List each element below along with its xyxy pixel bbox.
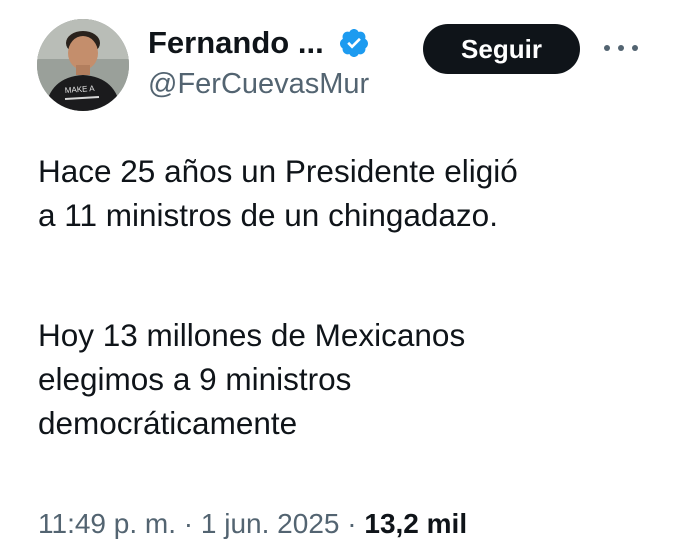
- tweet-date[interactable]: 1 jun. 2025: [201, 508, 340, 539]
- tweet-text-paragraph-1: Hace 25 años un Presidente eligió a 11 m…: [38, 149, 518, 237]
- tweet-text-line: Hoy 13 millones de Mexicanos: [38, 317, 466, 353]
- follow-button[interactable]: Seguir: [423, 24, 580, 74]
- meta-separator: ·: [176, 508, 201, 539]
- more-dot: [618, 45, 624, 51]
- tweet-text-line: Hace 25 años un Presidente eligió: [38, 153, 518, 189]
- tweet-card: MAKE A Fernando ... @FerCuevasMur Seguir…: [0, 0, 680, 555]
- tweet-text-paragraph-2: Hoy 13 millones de Mexicanos elegimos a …: [38, 313, 465, 445]
- meta-separator: ·: [339, 508, 365, 539]
- more-dot: [632, 45, 638, 51]
- tweet-text-line: democráticamente: [38, 405, 298, 441]
- tweet-text-line: a 11 ministros de un chingadazo.: [38, 197, 498, 233]
- tweet-meta: 11:49 p. m. · 1 jun. 2025 · 13,2 mil: [38, 508, 467, 540]
- avatar-image: MAKE A: [37, 19, 129, 111]
- verified-badge-icon: [338, 27, 370, 59]
- view-count[interactable]: 13,2 mil: [364, 508, 467, 539]
- tweet-text-line: elegimos a 9 ministros: [38, 361, 352, 397]
- avatar[interactable]: MAKE A: [37, 19, 129, 111]
- tweet-time[interactable]: 11:49 p. m.: [38, 508, 176, 539]
- author-name-row: Fernando ...: [148, 22, 370, 64]
- more-dot: [604, 45, 610, 51]
- more-options-icon[interactable]: [604, 38, 638, 58]
- display-name[interactable]: Fernando ...: [148, 25, 324, 61]
- author-handle[interactable]: @FerCuevasMur: [148, 68, 369, 101]
